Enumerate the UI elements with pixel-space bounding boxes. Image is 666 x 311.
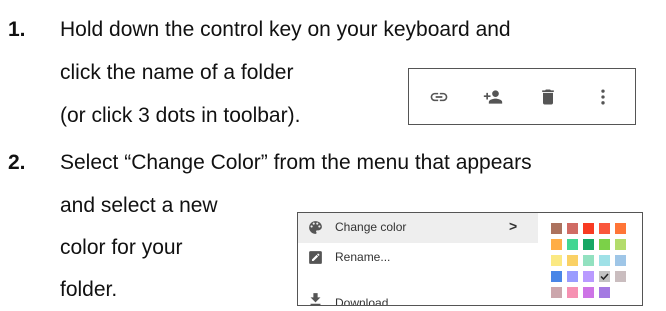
more-vert-icon[interactable]	[592, 87, 614, 107]
menu-item-rename[interactable]: Rename...	[298, 243, 538, 273]
color-swatch[interactable]	[583, 223, 594, 234]
menu-item-label: Change color	[335, 220, 407, 234]
add-person-icon[interactable]	[482, 87, 504, 107]
context-menu-screenshot: Change color > Rename... Download	[297, 212, 643, 306]
step-2-text-line-3: color for your	[60, 236, 183, 259]
color-swatch[interactable]	[551, 223, 562, 234]
step-2-text-line-1: Select “Change Color” from the menu that…	[60, 151, 532, 174]
color-swatch[interactable]	[583, 239, 594, 250]
color-swatch[interactable]	[567, 255, 578, 266]
color-palette	[551, 223, 626, 298]
step-1-text-line-2: click the name of a folder	[60, 61, 294, 84]
color-swatch[interactable]	[567, 287, 578, 298]
trash-icon[interactable]	[537, 87, 559, 107]
menu-item-label: Download	[335, 296, 389, 306]
step-2-text-line-2: and select a new	[60, 194, 218, 217]
menu-item-download[interactable]: Download	[298, 291, 538, 306]
color-swatch[interactable]	[583, 255, 594, 266]
step-2-number: 2.	[8, 151, 26, 174]
color-swatch[interactable]	[599, 239, 610, 250]
color-swatch[interactable]	[551, 287, 562, 298]
color-swatch[interactable]	[551, 271, 562, 282]
color-swatch[interactable]	[615, 223, 626, 234]
color-swatch[interactable]	[567, 239, 578, 250]
submenu-chevron-icon: >	[509, 218, 518, 234]
color-swatch[interactable]	[615, 239, 626, 250]
download-icon	[310, 293, 321, 305]
color-swatch[interactable]	[551, 255, 562, 266]
color-swatch[interactable]	[599, 287, 610, 298]
color-swatch[interactable]	[599, 223, 610, 234]
pencil-icon	[309, 251, 322, 264]
color-swatch[interactable]	[599, 255, 610, 266]
step-1-number: 1.	[8, 18, 26, 41]
color-swatch[interactable]	[551, 239, 562, 250]
color-swatch[interactable]	[583, 271, 594, 282]
palette-icon	[309, 221, 322, 234]
color-swatch[interactable]	[599, 271, 610, 282]
toolbar-screenshot	[408, 68, 636, 125]
color-swatch[interactable]	[615, 255, 626, 266]
step-1-text-line-1: Hold down the control key on your keyboa…	[60, 18, 511, 41]
color-swatch[interactable]	[567, 271, 578, 282]
color-swatch[interactable]	[583, 287, 594, 298]
step-2-text-line-4: folder.	[60, 278, 118, 301]
color-swatch[interactable]	[615, 271, 626, 282]
menu-item-label: Rename...	[335, 250, 391, 264]
color-swatch[interactable]	[567, 223, 578, 234]
menu-item-change-color[interactable]: Change color >	[298, 213, 538, 243]
link-icon[interactable]	[428, 87, 450, 107]
step-1-text-line-3: (or click 3 dots in toolbar).	[60, 104, 301, 127]
